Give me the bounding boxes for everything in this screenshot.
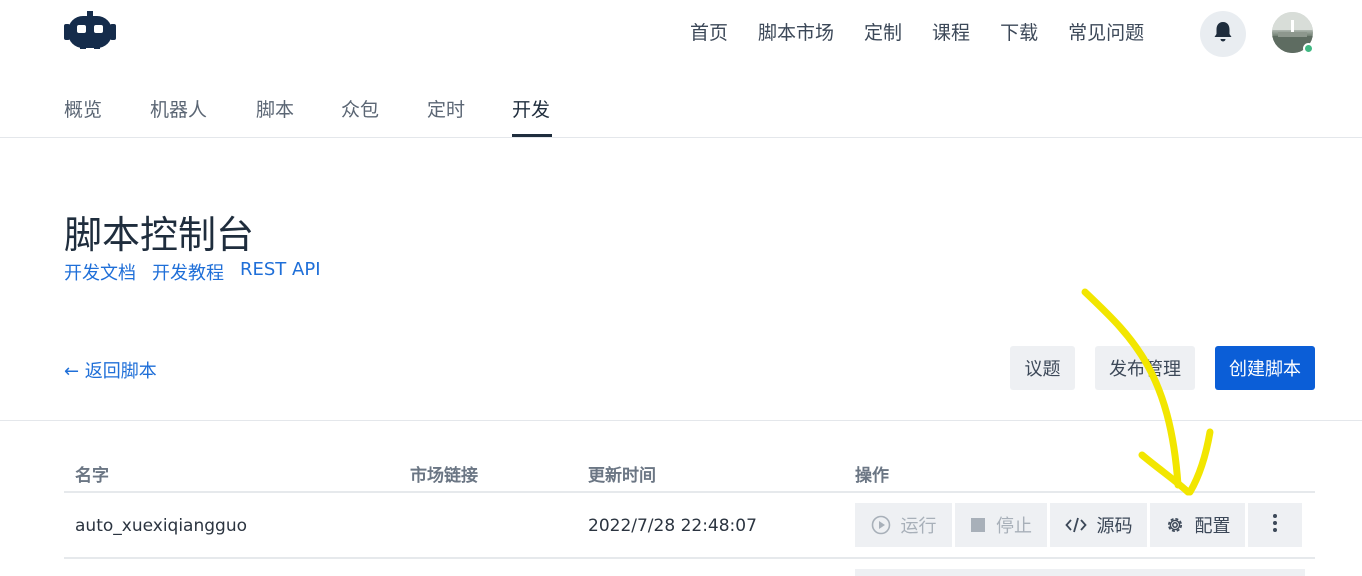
tab-robots[interactable]: 机器人 (150, 95, 207, 122)
section-divider (0, 420, 1362, 421)
row-actions: 运行 停止 源码 配置 (855, 503, 1305, 547)
tab-develop[interactable]: 开发 (512, 95, 550, 122)
issues-button[interactable]: 议题 (1010, 346, 1075, 390)
source-code-label: 源码 (1096, 516, 1133, 537)
rest-api-link[interactable]: REST API (240, 259, 321, 285)
dev-tutorial-link[interactable]: 开发教程 (152, 259, 224, 285)
more-vertical-icon (1272, 513, 1278, 538)
doc-links: 开发文档 开发教程 REST API (64, 259, 337, 285)
nav-script-market[interactable]: 脚本市场 (758, 20, 834, 46)
config-label: 配置 (1194, 516, 1231, 537)
nav-faq[interactable]: 常见问题 (1068, 20, 1144, 46)
code-icon (1064, 516, 1087, 534)
nav-custom[interactable]: 定制 (864, 20, 902, 46)
page-title: 脚本控制台 (64, 213, 255, 257)
nav-home[interactable]: 首页 (690, 20, 728, 46)
tab-overview[interactable]: 概览 (64, 95, 102, 122)
create-script-button[interactable]: 创建脚本 (1215, 346, 1315, 390)
section-tabs: 概览 机器人 脚本 众包 定时 开发 (0, 68, 1362, 138)
stop-button[interactable]: 停止 (955, 503, 1047, 547)
script-name[interactable]: auto_xuexiqiangguo (75, 516, 247, 536)
tab-crowdsource[interactable]: 众包 (341, 95, 379, 122)
run-label: 运行 (900, 516, 937, 537)
column-header-actions: 操作 (855, 466, 889, 486)
nav-courses[interactable]: 课程 (932, 20, 970, 46)
tab-schedule[interactable]: 定时 (427, 95, 465, 122)
main-nav: 首页 脚本市场 定制 课程 下载 常见问题 (690, 20, 1174, 46)
play-circle-icon (871, 515, 891, 535)
back-to-scripts-link[interactable]: ← 返回脚本 (64, 357, 157, 383)
release-management-button[interactable]: 发布管理 (1095, 346, 1195, 390)
script-updated-time: 2022/7/28 22:48:07 (588, 516, 757, 536)
online-status-dot (1303, 43, 1314, 54)
active-tab-indicator (512, 134, 552, 137)
run-button[interactable]: 运行 (855, 503, 952, 547)
bell-icon (1213, 21, 1233, 47)
column-header-updated: 更新时间 (588, 466, 656, 486)
stop-label: 停止 (996, 516, 1032, 537)
site-logo-icon[interactable] (64, 11, 116, 53)
more-actions-button[interactable] (1248, 503, 1302, 547)
stop-square-icon (970, 517, 986, 533)
nav-download[interactable]: 下载 (1000, 20, 1038, 46)
annotation-arrow-icon (1081, 288, 1214, 496)
column-header-market-link: 市场链接 (410, 466, 478, 486)
dev-docs-link[interactable]: 开发文档 (64, 259, 136, 285)
source-code-button[interactable]: 源码 (1050, 503, 1147, 547)
table-header-border (64, 491, 1315, 493)
top-bar: 首页 脚本市场 定制 课程 下载 常见问题 (0, 0, 1362, 68)
column-header-name: 名字 (75, 466, 109, 486)
gear-icon (1165, 515, 1185, 535)
tab-scripts[interactable]: 脚本 (256, 95, 294, 122)
config-button[interactable]: 配置 (1150, 503, 1245, 547)
table-row-border (64, 557, 1315, 559)
next-row-actions-partial (855, 569, 1305, 576)
notifications-button[interactable] (1200, 11, 1246, 57)
